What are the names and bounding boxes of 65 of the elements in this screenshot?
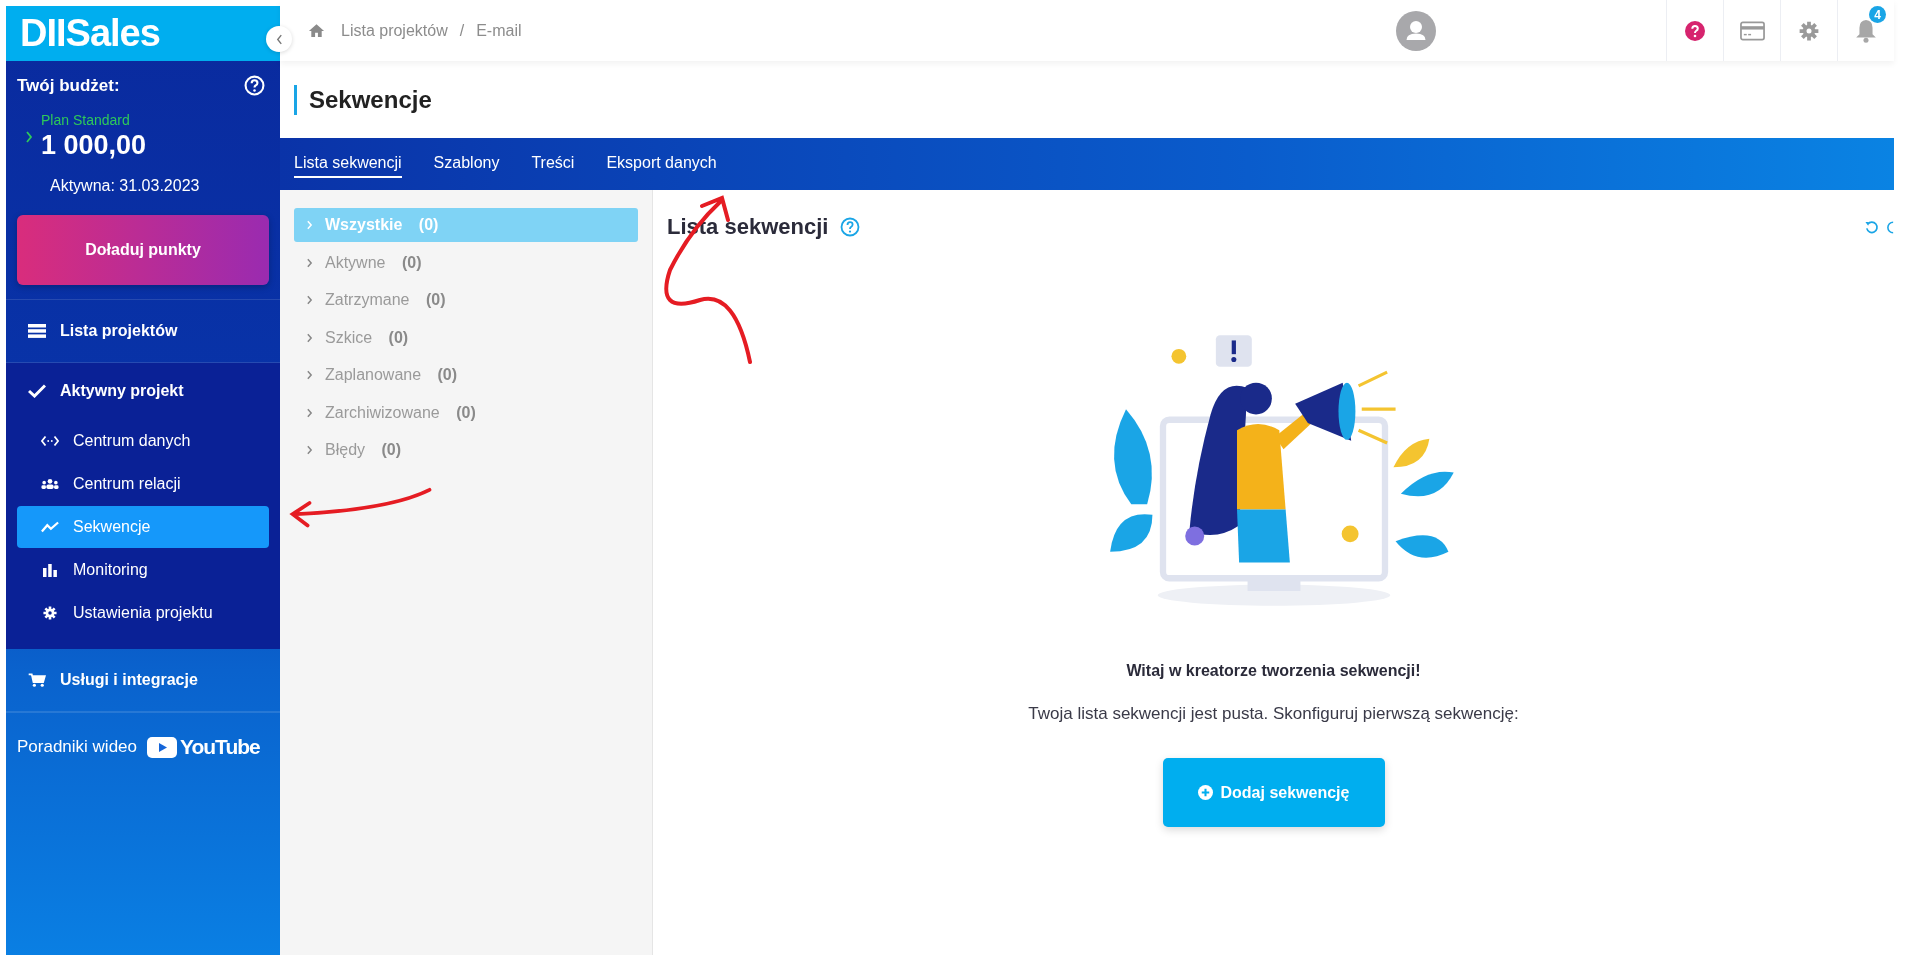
welcome-heading: Witaj w kreatorze tworzenia sekwencji! <box>1126 662 1421 680</box>
code-arrows-icon <box>41 434 59 448</box>
nav-item[interactable]: Centrum danych <box>17 420 269 462</box>
filter-item[interactable]: Szkice (0) <box>294 320 638 355</box>
filter-item[interactable]: Zarchiwizowane (0) <box>294 395 638 430</box>
chevron-right-icon <box>306 407 313 418</box>
tab[interactable]: Szablony <box>433 150 500 178</box>
nav-label: Monitoring <box>73 561 148 579</box>
bell-icon[interactable] <box>1855 18 1877 43</box>
nav-label: Ustawienia projektu <box>73 604 213 622</box>
chevron-right-icon <box>306 370 313 380</box>
line-chart-icon <box>41 520 59 534</box>
tab[interactable]: Eksport danych <box>606 150 717 178</box>
list-icon <box>28 324 46 338</box>
notification-badge: 4 <box>1869 6 1886 23</box>
nav-item[interactable]: Aktywny projekt <box>6 363 280 419</box>
filter-item[interactable]: Aktywne (0) <box>294 245 638 280</box>
play-icon <box>147 736 177 758</box>
cart-icon <box>28 673 46 687</box>
chevron-right-icon <box>306 445 313 455</box>
active-until-date: Aktywna: 31.03.2023 <box>50 177 201 195</box>
users-icon <box>41 477 59 491</box>
nav-item[interactable]: Centrum relacji <box>17 463 269 505</box>
nav-item[interactable]: Monitoring <box>17 549 269 591</box>
nav-label: Lista projektów <box>60 322 178 340</box>
settings-icon[interactable] <box>1799 20 1819 41</box>
chevron-right-icon <box>306 220 313 230</box>
chevron-right-icon <box>25 130 33 143</box>
checkmark-icon <box>28 384 46 398</box>
nav-label: Usługi i integracje <box>60 671 198 689</box>
help-icon[interactable] <box>1685 20 1705 41</box>
settings-icon <box>41 606 59 620</box>
avatar[interactable] <box>1396 10 1436 51</box>
empty-list-message: Twoja lista sekwencji jest pusta. Skonfiguruj pierwszą sekwencję: <box>1028 704 1519 724</box>
top-up-button[interactable]: Doładuj punkty <box>17 215 269 285</box>
video-guides-label: Poradniki wideo <box>17 737 137 757</box>
page-title: Sekwencje <box>294 84 432 115</box>
filter-item[interactable]: Błędy (0) <box>294 433 638 467</box>
breadcrumb-separator: / <box>459 21 465 40</box>
filter-item[interactable]: Zaplanowane (0) <box>294 358 638 392</box>
tab[interactable]: Lista sekwencji <box>294 150 402 178</box>
tab[interactable]: Treści <box>531 150 575 178</box>
chevron-right-icon <box>306 295 313 305</box>
plus-circle-icon <box>1197 785 1213 800</box>
bar-chart-icon <box>41 563 59 577</box>
nav-label: Centrum danych <box>73 432 191 450</box>
chevron-left-icon <box>275 33 283 45</box>
plan-name: Plan Standard <box>41 112 131 128</box>
nav-label: Centrum relacji <box>73 475 181 493</box>
chevron-right-icon <box>306 332 313 343</box>
budget-title: Twój budżet: <box>17 75 120 96</box>
breadcrumb-current: E-mail <box>476 21 522 40</box>
youtube-link[interactable]: YouTube <box>147 735 260 759</box>
filter-item[interactable]: Zatrzymane (0) <box>294 283 638 317</box>
chevron-right-icon <box>306 257 313 268</box>
breadcrumb-link[interactable]: Lista projektów <box>341 21 448 40</box>
credit-card-icon[interactable] <box>1739 20 1765 41</box>
nav-item[interactable]: Sekwencje <box>17 506 269 548</box>
nav-label: Aktywny projekt <box>60 382 184 400</box>
nav-item[interactable]: Ustawienia projektu <box>17 592 269 634</box>
budget-amount: 1 000,00 <box>41 130 147 161</box>
nav-label: Sekwencje <box>73 518 151 536</box>
user-silhouette-icon <box>1396 10 1436 51</box>
refresh-icon[interactable] <box>1864 219 1879 235</box>
home-icon[interactable] <box>308 23 325 38</box>
